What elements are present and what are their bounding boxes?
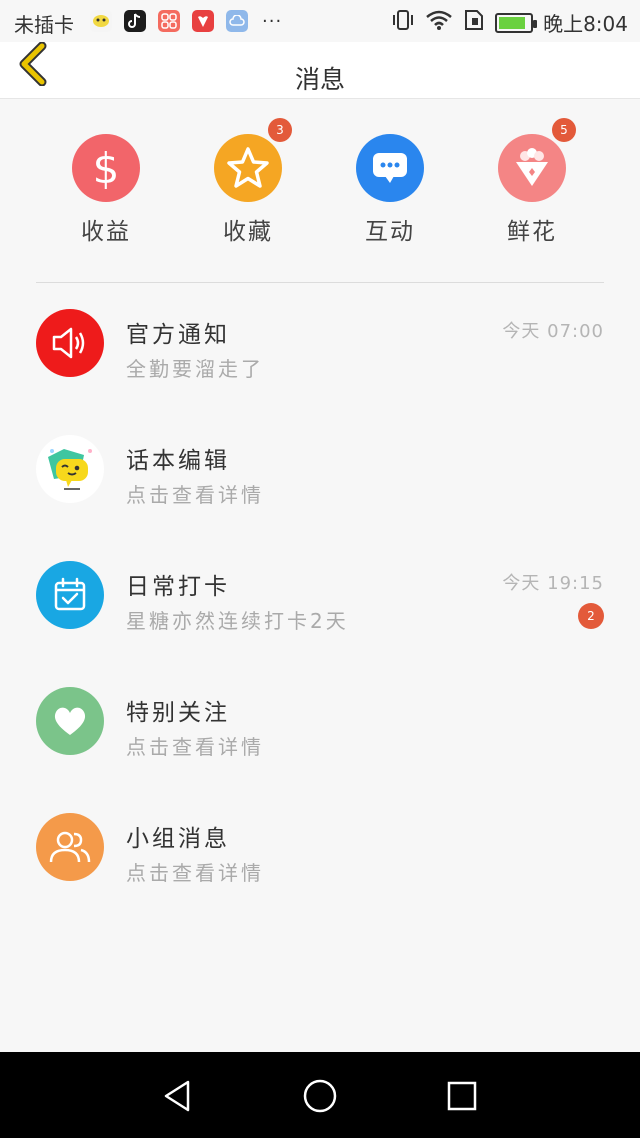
- interaction-circle: [356, 134, 424, 202]
- circle-home-icon: [303, 1079, 337, 1113]
- message-list: 官方通知 全勤要溜走了 今天 07:00 话本编辑 点击查看详情 日常打卡 星糖…: [0, 283, 640, 913]
- screen: 未插卡 ··· 晚上8:04 消息 $ 收益 3 收藏 互动 5 鲜花 官方通知…: [0, 0, 640, 1138]
- wifi-icon: [425, 9, 453, 36]
- star-icon: [227, 147, 269, 188]
- chat-bubble-icon: [373, 153, 407, 183]
- message-title: 官方通知: [126, 322, 230, 348]
- favorites-badge: 3: [268, 118, 292, 142]
- sim-icon: [463, 9, 485, 36]
- earnings-circle: $: [72, 134, 140, 202]
- system-nav-bar: [0, 1052, 640, 1138]
- tile-flowers[interactable]: 5 鲜花: [472, 118, 592, 246]
- page-title: 消息: [294, 65, 345, 94]
- triangle-back-icon: [164, 1080, 190, 1112]
- unread-badge: 2: [578, 603, 604, 629]
- message-preview: 点击查看详情: [126, 735, 264, 759]
- svg-text:$: $: [93, 145, 120, 191]
- carrier-label: 未插卡: [14, 13, 74, 37]
- vibrate-icon: [391, 9, 415, 36]
- nav-recents-button[interactable]: [440, 1074, 484, 1118]
- flowers-badge: 5: [552, 118, 576, 142]
- message-title: 日常打卡: [126, 574, 230, 600]
- quick-actions: $ 收益 3 收藏 互动 5 鲜花: [0, 98, 640, 258]
- nav-back-button[interactable]: [156, 1074, 200, 1118]
- notification-icons: ···: [90, 10, 282, 32]
- message-preview: 点击查看详情: [126, 861, 264, 885]
- flowers-circle: 5: [498, 118, 576, 202]
- heart-icon: [36, 687, 104, 755]
- message-time: 今天 19:15: [502, 573, 604, 594]
- square-recents-icon: [447, 1081, 477, 1111]
- message-title: 特别关注: [126, 700, 230, 726]
- list-item-group-messages[interactable]: 小组消息 点击查看详情: [0, 787, 640, 913]
- bird-app-icon: [90, 10, 112, 32]
- status-right: 晚上8:04: [391, 8, 628, 37]
- header-bar: 消息: [0, 41, 640, 99]
- status-bar: 未插卡 ··· 晚上8:04: [0, 0, 640, 42]
- speaker-icon: [36, 309, 104, 377]
- more-notifications-icon: ···: [262, 10, 283, 32]
- calendar-check-icon: [36, 561, 104, 629]
- message-title: 小组消息: [126, 826, 230, 852]
- list-item-special-follow[interactable]: 特别关注 点击查看详情: [0, 661, 640, 787]
- cartoon-chat-icon: [36, 435, 104, 503]
- tile-label: 收藏: [223, 219, 273, 245]
- tile-earnings[interactable]: $ 收益: [46, 134, 166, 246]
- clock: 晚上8:04: [543, 12, 628, 36]
- flower-bouquet-icon: [516, 148, 548, 186]
- list-item-daily-checkin[interactable]: 日常打卡 星糖亦然连续打卡2天 今天 19:15 2: [0, 535, 640, 661]
- tiktok-app-icon: [124, 10, 146, 32]
- tile-label: 互动: [365, 219, 415, 245]
- message-preview: 全勤要溜走了: [126, 357, 264, 381]
- grid-app-icon: [158, 10, 180, 32]
- message-time: 今天 07:00: [502, 321, 604, 342]
- nav-home-button[interactable]: [298, 1074, 342, 1118]
- group-icon: [36, 813, 104, 881]
- list-item-script-editor[interactable]: 话本编辑 点击查看详情: [0, 409, 640, 535]
- list-item-official-notice[interactable]: 官方通知 全勤要溜走了 今天 07:00: [0, 283, 640, 409]
- tile-label: 收益: [81, 219, 131, 245]
- tile-interaction[interactable]: 互动: [330, 134, 450, 246]
- battery-fill: [499, 16, 526, 29]
- message-title: 话本编辑: [126, 448, 230, 474]
- tile-label: 鲜花: [507, 219, 557, 245]
- battery-icon: [495, 12, 538, 33]
- huawei-app-icon: [192, 10, 214, 32]
- favorites-circle: 3: [214, 118, 292, 202]
- tile-favorites[interactable]: 3 收藏: [188, 118, 308, 246]
- message-preview: 点击查看详情: [126, 483, 264, 507]
- message-preview: 星糖亦然连续打卡2天: [126, 609, 349, 633]
- cloud-app-icon: [226, 10, 248, 32]
- dollar-icon: $: [93, 145, 120, 191]
